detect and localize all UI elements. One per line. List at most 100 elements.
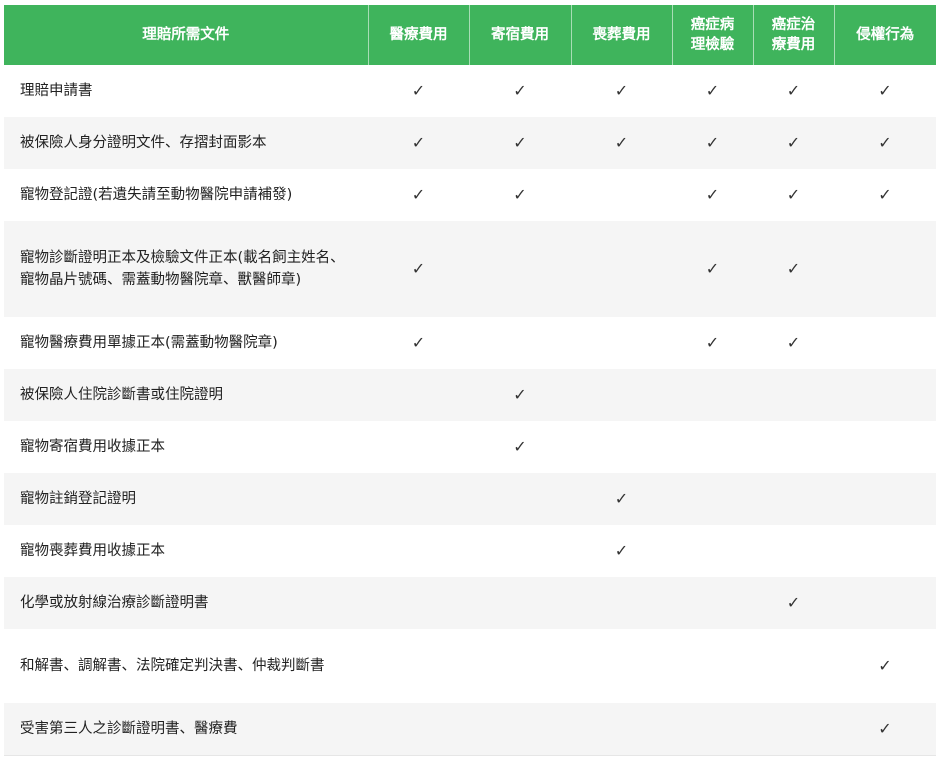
requirement-cell: ✓ [834, 169, 936, 221]
requirement-cell: ✓ [368, 65, 469, 117]
requirement-cell [672, 525, 753, 577]
requirement-cell [571, 421, 672, 473]
requirement-cell [469, 577, 571, 629]
table-row: 和解書、調解書、法院確定判決書、仲裁判斷書 ✓ [4, 629, 936, 703]
requirement-cell: ✓ [672, 169, 753, 221]
checkmark-icon: ✓ [786, 333, 801, 352]
checkmark-icon: ✓ [786, 133, 801, 152]
requirement-cell [571, 369, 672, 421]
checkmark-icon: ✓ [513, 437, 527, 456]
requirement-cell [672, 369, 753, 421]
requirement-cell [753, 629, 834, 703]
checkmark-icon: ✓ [878, 133, 892, 152]
requirement-cell [753, 369, 834, 421]
header-row: 理賠所需文件 醫療費用 寄宿費用 喪葬費用 癌症病 理檢驗 癌症治 療費用 侵權行為 [4, 5, 936, 65]
requirement-cell: ✓ [834, 117, 936, 169]
claim-documents-table: 理賠所需文件 醫療費用 寄宿費用 喪葬費用 癌症病 理檢驗 癌症治 療費用 侵權行為… [4, 5, 936, 756]
table-body: 理賠申請書 ✓ ✓ ✓ ✓ ✓ ✓ 被保險人身分證明文件、存摺封面影本 ✓ ✓ ✓ ✓ ✓ ✓ 寵物登記證(… [4, 65, 936, 756]
requirement-cell: ✓ [368, 169, 469, 221]
requirement-cell [469, 525, 571, 577]
checkmark-icon: ✓ [786, 81, 801, 100]
document-name-cell: 寵物登記證(若遺失請至動物醫院申請補發) [4, 169, 368, 221]
requirement-cell [571, 703, 672, 756]
requirement-cell [753, 703, 834, 756]
checkmark-icon: ✓ [878, 81, 892, 100]
requirement-cell [469, 473, 571, 525]
requirement-cell: ✓ [469, 65, 571, 117]
header-funeral-expenses: 喪葬費用 [570, 5, 672, 65]
requirement-cell: ✓ [469, 117, 571, 169]
checkmark-icon: ✓ [411, 185, 426, 204]
checkmark-icon: ✓ [705, 185, 720, 204]
checkmark-icon: ✓ [705, 133, 720, 152]
table-row: 受害第三人之診斷證明書、醫療費 ✓ [4, 703, 936, 756]
requirement-cell: ✓ [672, 117, 753, 169]
checkmark-icon: ✓ [786, 185, 801, 204]
requirement-cell [368, 629, 469, 703]
requirement-cell [672, 629, 753, 703]
checkmark-icon: ✓ [878, 718, 892, 738]
requirement-cell [469, 703, 571, 756]
requirement-cell [753, 525, 834, 577]
checkmark-icon: ✓ [786, 593, 801, 612]
header-medical-expenses: 醫療費用 [367, 5, 469, 65]
table-row: 被保險人身分證明文件、存摺封面影本 ✓ ✓ ✓ ✓ ✓ ✓ [4, 117, 936, 169]
requirement-cell [368, 421, 469, 473]
requirement-cell [672, 421, 753, 473]
requirement-cell: ✓ [672, 221, 753, 317]
header-required-documents: 理賠所需文件 [4, 5, 368, 65]
document-name-cell: 寵物註銷登記證明 [4, 473, 368, 525]
checkmark-icon: ✓ [878, 656, 892, 675]
requirement-cell: ✓ [469, 369, 571, 421]
table-row: 理賠申請書 ✓ ✓ ✓ ✓ ✓ ✓ [4, 65, 936, 117]
document-name-cell: 受害第三人之診斷證明書、醫療費 [4, 703, 368, 756]
requirement-cell: ✓ [469, 169, 571, 221]
requirement-cell [571, 169, 672, 221]
requirement-cell [834, 473, 936, 525]
requirement-cell [368, 473, 469, 525]
header-cancer-treatment: 癌症治 療費用 [752, 5, 834, 65]
checkmark-icon: ✓ [411, 333, 426, 352]
document-name-cell: 被保險人身分證明文件、存摺封面影本 [4, 117, 368, 169]
requirement-cell: ✓ [753, 169, 834, 221]
table-row: 寵物登記證(若遺失請至動物醫院申請補發) ✓ ✓ ✓ ✓ ✓ [4, 169, 936, 221]
table-row: 寵物註銷登記證明 ✓ [4, 473, 936, 525]
table-row: 被保險人住院診斷書或住院證明 ✓ [4, 369, 936, 421]
checkmark-icon: ✓ [614, 133, 629, 152]
document-name-cell: 被保險人住院診斷書或住院證明 [4, 369, 368, 421]
document-name-cell: 理賠申請書 [4, 65, 368, 117]
document-name-cell: 寵物診斷證明正本及檢驗文件正本(載名飼主姓名、寵物晶片號碼、需蓋動物醫院章、獸醫… [4, 221, 368, 317]
header-cancer-pathology: 癌症病 理檢驗 [671, 5, 753, 65]
requirement-cell: ✓ [571, 65, 672, 117]
table-row: 寵物喪葬費用收據正本 ✓ [4, 525, 936, 577]
requirement-cell: ✓ [571, 117, 672, 169]
requirement-cell: ✓ [753, 221, 834, 317]
checkmark-icon: ✓ [614, 81, 629, 100]
document-name-cell: 和解書、調解書、法院確定判決書、仲裁判斷書 [4, 629, 368, 703]
requirement-cell [368, 577, 469, 629]
checkmark-icon: ✓ [614, 489, 629, 508]
requirement-cell: ✓ [834, 65, 936, 117]
requirement-cell [571, 317, 672, 369]
requirement-cell: ✓ [834, 703, 936, 756]
requirement-cell: ✓ [753, 577, 834, 629]
checkmark-icon: ✓ [705, 333, 720, 352]
header-boarding-expenses: 寄宿費用 [468, 5, 571, 65]
checkmark-icon: ✓ [705, 81, 720, 100]
requirement-cell [672, 703, 753, 756]
requirement-cell: ✓ [672, 317, 753, 369]
requirement-cell: ✓ [368, 221, 469, 317]
requirement-cell [834, 221, 936, 317]
table-row: 寵物寄宿費用收據正本 ✓ [4, 421, 936, 473]
checkmark-icon: ✓ [513, 185, 527, 204]
requirement-cell: ✓ [571, 473, 672, 525]
requirement-cell [672, 577, 753, 629]
requirement-cell: ✓ [753, 317, 834, 369]
requirement-cell: ✓ [368, 117, 469, 169]
requirement-cell: ✓ [672, 65, 753, 117]
claim-documents-table-wrapper: 理賠所需文件 醫療費用 寄宿費用 喪葬費用 癌症病 理檢驗 癌症治 療費用 侵權行為… [4, 5, 936, 756]
checkmark-icon: ✓ [878, 185, 892, 204]
checkmark-icon: ✓ [786, 259, 801, 278]
requirement-cell [834, 369, 936, 421]
requirement-cell [571, 577, 672, 629]
